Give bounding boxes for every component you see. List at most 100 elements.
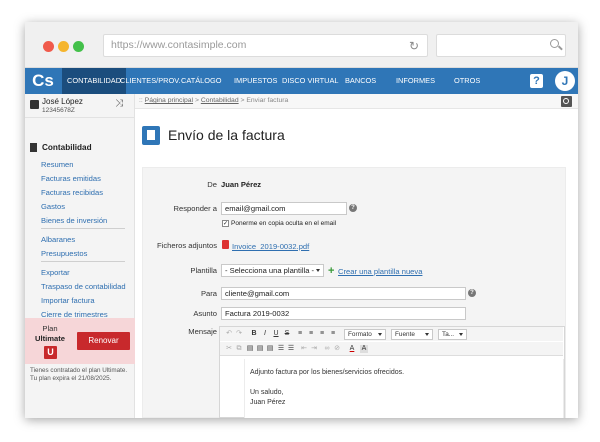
nav-clientes[interactable]: CLIENTES/PROV. xyxy=(120,68,181,94)
help-icon[interactable]: ? xyxy=(530,74,543,88)
underline-icon[interactable]: U xyxy=(272,330,280,338)
editor-toolbar-row2: ✂ ⧉ ▤ ▤ ▤ ☰ ☰ ⇤ ⇥ ∞ ⊘ A A xyxy=(220,342,563,356)
pdf-icon xyxy=(222,240,229,249)
chevron-down-icon xyxy=(316,269,320,272)
nav-contabilidad[interactable]: CONTABILIDAD xyxy=(62,68,127,94)
align-center-icon[interactable]: ≡ xyxy=(307,330,315,338)
bcc-checkbox[interactable]: ✓ xyxy=(222,220,229,227)
strikethrough-icon[interactable]: S xyxy=(283,330,291,338)
browser-window: https://www.contasimple.com ↻ Cs CONTABI… xyxy=(25,22,578,418)
text-color-icon[interactable]: A xyxy=(348,345,356,353)
plan-info-line: Tienes contratado el plan Ultimate. xyxy=(30,367,128,374)
nav-informes[interactable]: INFORMES xyxy=(396,68,435,94)
undo-icon[interactable]: ↶ xyxy=(225,330,233,338)
breadcrumb-home-link[interactable]: Página principal xyxy=(145,97,193,104)
template-select[interactable]: - Selecciona una plantilla - xyxy=(221,264,324,277)
plan-name: Ultimate xyxy=(35,334,65,343)
sidebar-divider xyxy=(41,228,125,229)
user-name: José López xyxy=(42,97,83,106)
help-icon[interactable]: ? xyxy=(468,289,476,297)
help-icon[interactable]: ? xyxy=(349,204,357,212)
to-label: Para xyxy=(200,289,217,298)
nav-disco-virtual[interactable]: DISCO VIRTUAL xyxy=(282,68,339,94)
chevron-down-icon xyxy=(378,333,382,336)
user-box[interactable]: José López 12345678Z ⤨ xyxy=(25,94,135,118)
align-left-icon[interactable]: ≡ xyxy=(296,330,304,338)
numbered-list-icon[interactable]: ☰ xyxy=(287,345,295,353)
message-line: Adjunto factura por los bienes/servicios… xyxy=(250,369,405,376)
plan-label: Plan xyxy=(42,324,58,333)
cut-icon[interactable]: ✂ xyxy=(225,345,233,353)
redo-icon[interactable]: ↷ xyxy=(235,330,243,338)
background-color-icon[interactable]: A xyxy=(360,345,368,353)
sidebar-section-title: Contabilidad xyxy=(42,143,92,152)
close-dot[interactable] xyxy=(43,41,54,52)
plan-info: Tienes contratado el plan Ultimate. Tu p… xyxy=(30,367,133,384)
browser-search-field[interactable] xyxy=(436,34,566,57)
link-icon[interactable]: ∞ xyxy=(323,345,331,353)
subject-label: Asunto xyxy=(193,309,217,318)
paste-icon[interactable]: ▤ xyxy=(246,345,254,353)
paste-text-icon[interactable]: ▤ xyxy=(256,345,264,353)
nav-impuestos[interactable]: IMPUESTOS xyxy=(234,68,277,94)
nav-otros[interactable]: OTROS xyxy=(454,68,480,94)
breadcrumb-trail: :: Página principal > Contabilidad > Env… xyxy=(139,97,288,104)
attachment-link[interactable]: Invoice_2019-0032.pdf xyxy=(232,242,309,251)
plan-panel: Plan Ultimate U Renovar xyxy=(25,318,135,364)
minimize-dot[interactable] xyxy=(58,41,69,52)
sidebar-item-resumen[interactable]: Resumen xyxy=(41,160,74,169)
reply-to-input[interactable]: email@gmail.com xyxy=(221,202,347,215)
size-select-label: Ta... xyxy=(442,331,455,338)
search-icon[interactable] xyxy=(561,96,572,107)
maximize-dot[interactable] xyxy=(73,41,84,52)
align-justify-icon[interactable]: ≡ xyxy=(329,330,337,338)
attachments-label: Ficheros adjuntos xyxy=(157,241,217,250)
address-bar[interactable]: https://www.contasimple.com ↻ xyxy=(103,34,428,57)
breadcrumb-prefix: :: xyxy=(139,97,143,104)
sidebar-item-bienes-inversion[interactable]: Bienes de inversión xyxy=(41,216,107,225)
bullet-list-icon[interactable]: ☰ xyxy=(277,345,285,353)
font-select[interactable]: Fuente xyxy=(391,329,433,340)
subject-input[interactable]: Factura 2019-0032 xyxy=(221,307,466,320)
sidebar-item-gastos[interactable]: Gastos xyxy=(41,202,65,211)
message-line: Juan Pérez xyxy=(250,399,286,406)
reply-to-label: Responder a xyxy=(173,204,217,213)
sidebar-item-facturas-recibidas[interactable]: Facturas recibidas xyxy=(41,188,103,197)
font-select-label: Fuente xyxy=(395,331,415,338)
sidebar-item-traspaso[interactable]: Traspaso de contabilidad xyxy=(41,282,126,291)
sidebar-item-facturas-emitidas[interactable]: Facturas emitidas xyxy=(41,174,101,183)
sidebar-item-albaranes[interactable]: Albaranes xyxy=(41,235,75,244)
chevron-down-icon xyxy=(425,333,429,336)
invoice-send-icon xyxy=(142,126,160,145)
to-input[interactable]: cliente@gmail.com xyxy=(221,287,466,300)
copy-icon[interactable]: ⧉ xyxy=(235,345,243,353)
plan-info-line: Tu plan expira el 21/08/2025. xyxy=(30,375,112,383)
nav-catalogo[interactable]: CATÁLOGO xyxy=(181,68,222,94)
reload-icon[interactable]: ↻ xyxy=(409,39,419,53)
app-logo[interactable]: Cs xyxy=(25,68,61,94)
breadcrumb-section-link[interactable]: Contabilidad xyxy=(201,97,239,104)
sidebar-item-presupuestos[interactable]: Presupuestos xyxy=(41,249,87,258)
editor-body[interactable]: Adjunto factura por los bienes/servicios… xyxy=(244,359,564,418)
nav-bancos[interactable]: BANCOS xyxy=(345,68,376,94)
indent-icon[interactable]: ⇥ xyxy=(310,345,318,353)
bold-icon[interactable]: B xyxy=(250,330,258,338)
add-icon[interactable]: + xyxy=(328,266,334,277)
swap-user-icon[interactable]: ⤨ xyxy=(115,98,123,109)
message-editor: ↶ ↷ B I U S ≡ ≡ ≡ ≡ Formato Fuente Ta... xyxy=(219,326,565,418)
size-select[interactable]: Ta... xyxy=(438,329,467,340)
create-template-link[interactable]: Crear una plantilla nueva xyxy=(338,267,422,276)
paste-word-icon[interactable]: ▤ xyxy=(266,345,274,353)
sidebar-item-importar-factura[interactable]: Importar factura xyxy=(41,296,95,305)
align-right-icon[interactable]: ≡ xyxy=(318,330,326,338)
outdent-icon[interactable]: ⇤ xyxy=(300,345,308,353)
renew-button[interactable]: Renovar xyxy=(77,332,130,350)
sidebar-item-exportar[interactable]: Exportar xyxy=(41,268,70,277)
format-select[interactable]: Formato xyxy=(344,329,386,340)
unlink-icon[interactable]: ⊘ xyxy=(333,345,341,353)
bcc-label: Ponerme en copia oculta en el email xyxy=(231,220,337,227)
italic-icon[interactable]: I xyxy=(261,330,269,338)
plan-badge: U xyxy=(44,346,57,359)
user-avatar[interactable]: J xyxy=(555,71,575,91)
message-label: Mensaje xyxy=(188,327,217,336)
